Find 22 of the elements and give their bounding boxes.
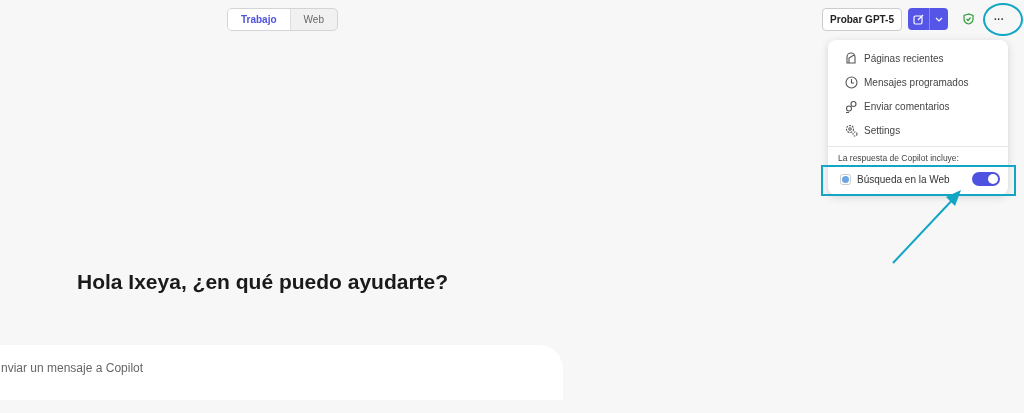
menu-item[interactable]: Páginas recientes [828,46,1008,70]
web-search-label: Búsqueda en la Web [857,173,951,185]
shield-icon [963,13,974,25]
clock-icon [845,75,858,89]
greeting-heading: Hola Ixeya, ¿en qué puedo ayudarte? [77,270,450,295]
try-model-button[interactable]: Probar GPT-5 [822,7,902,31]
menu-item[interactable]: Enviar comentarios [828,94,1008,118]
pages-icon [845,51,858,65]
edit-icon [913,13,924,25]
web-search-toggle[interactable] [972,172,1000,186]
highlight-ellipse [983,3,1023,36]
mode-tab[interactable]: Web [289,8,337,30]
chevron-down-icon [935,16,943,22]
people-icon [845,99,858,113]
more-button[interactable]: ··· [988,9,1010,29]
menu-item[interactable]: Mensajes programados [828,70,1008,94]
mode-tab[interactable]: Trabajo [228,8,290,30]
message-input[interactable]: nviar un mensaje a Copilot [0,361,301,375]
globe-icon [840,173,851,185]
menu-item[interactable]: Settings [828,118,1008,142]
section-heading: La respuesta de Copilot incluye: [837,152,960,165]
settings-icon [845,123,858,137]
